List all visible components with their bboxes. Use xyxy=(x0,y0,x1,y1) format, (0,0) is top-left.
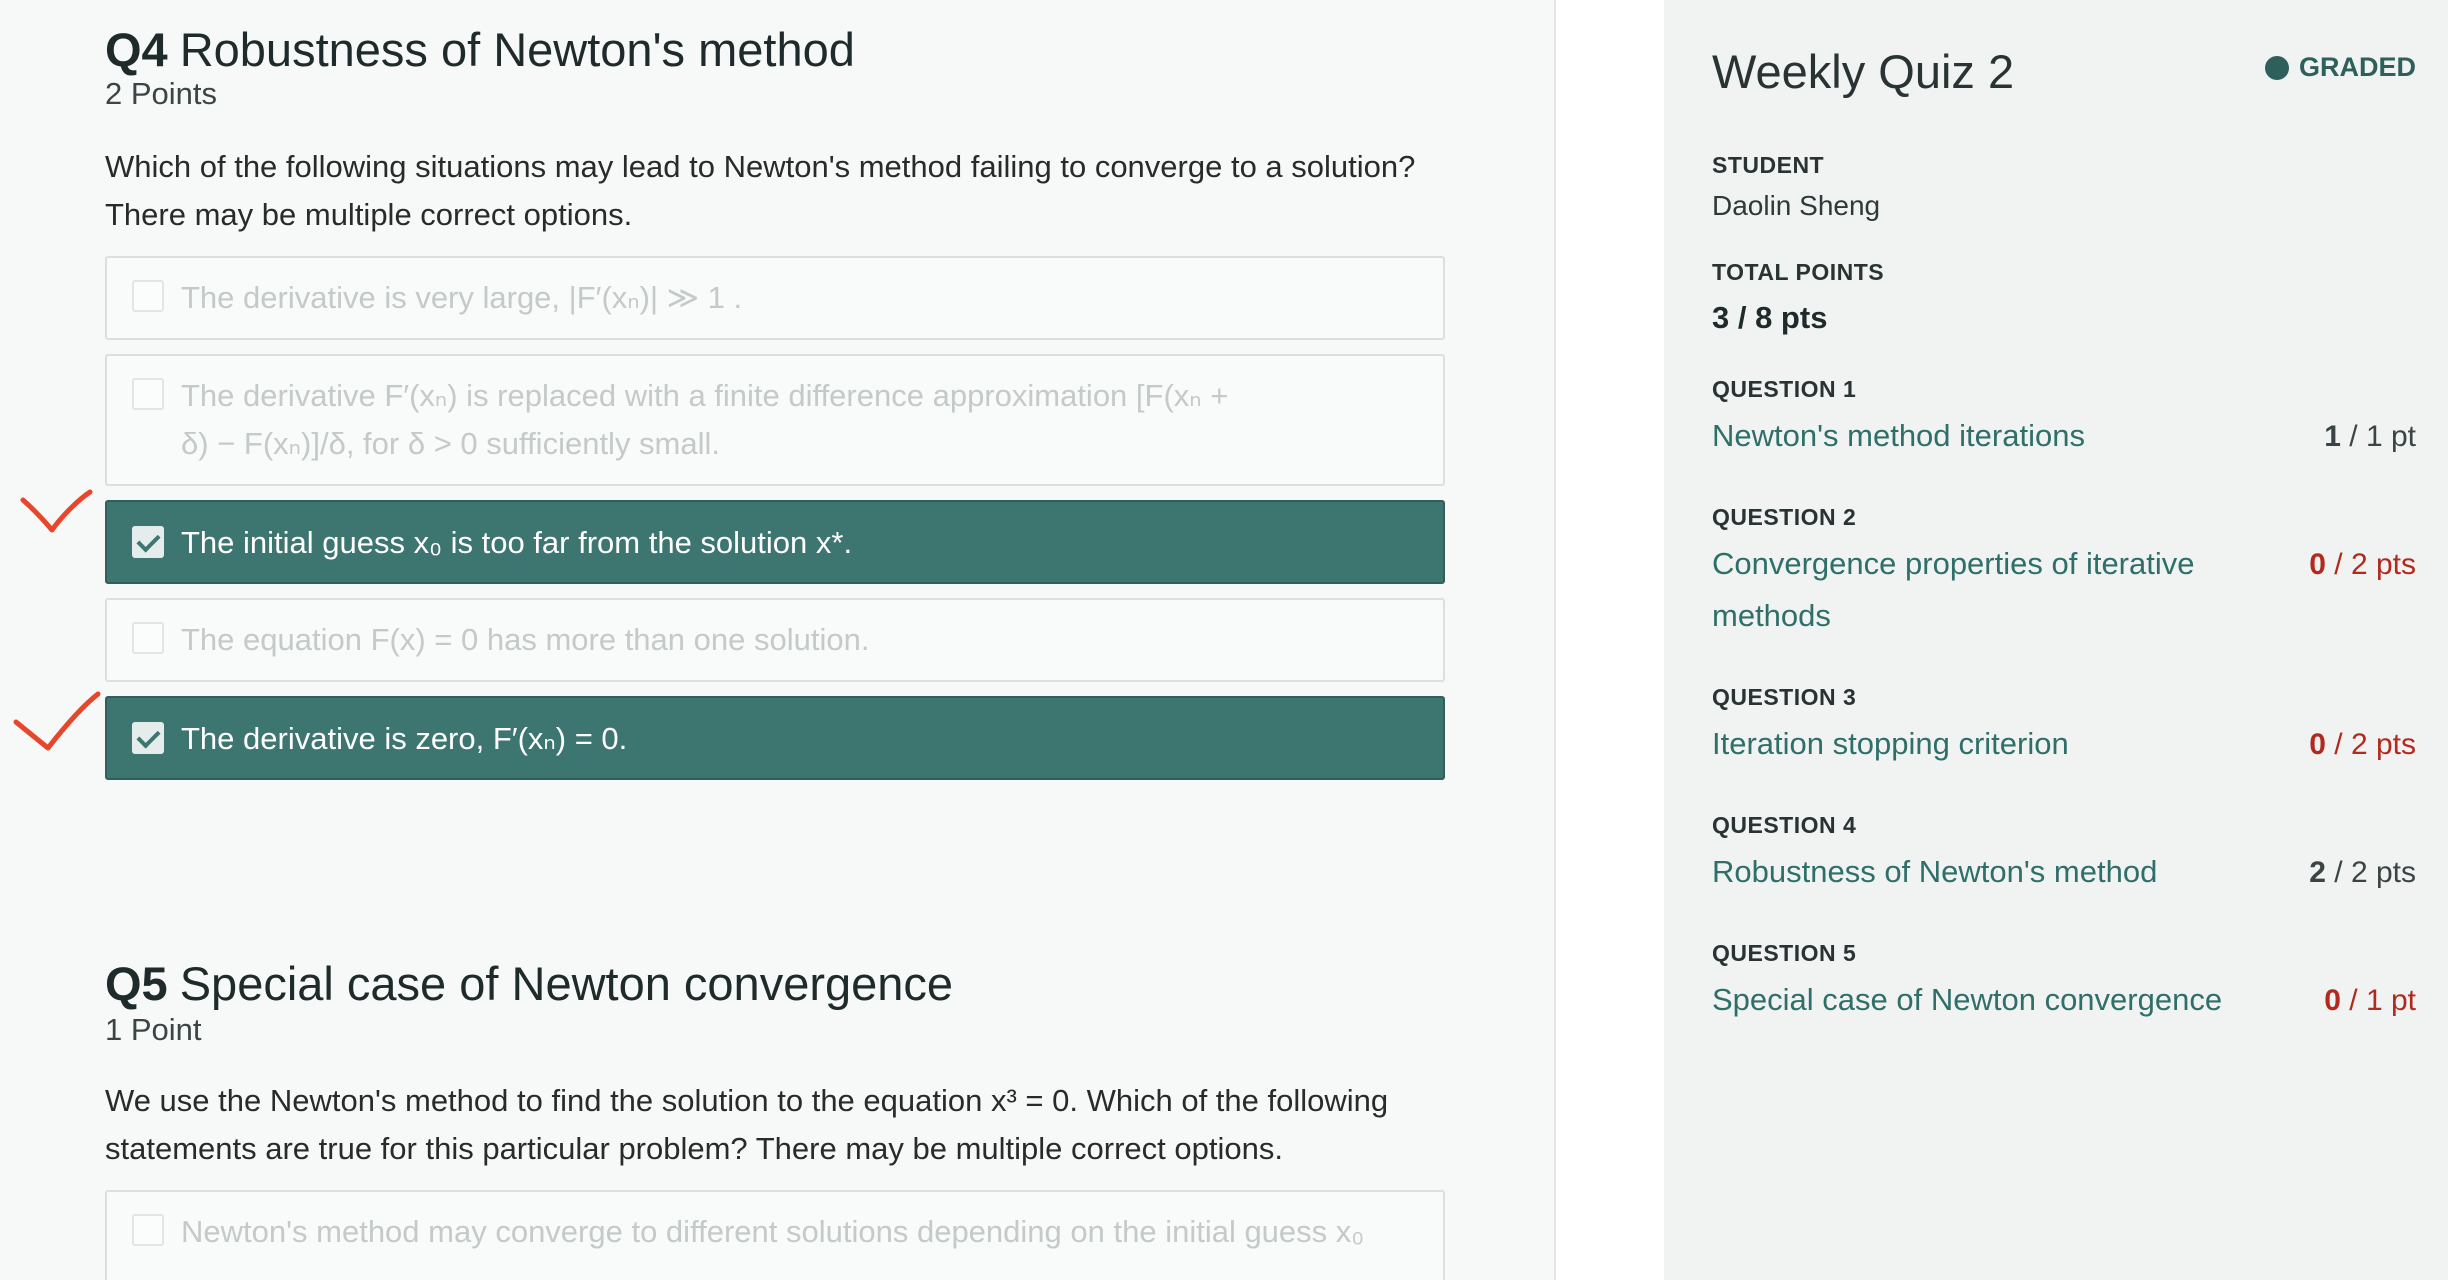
question-3-label: QUESTION 3 xyxy=(1712,684,1857,710)
question-1-label: QUESTION 1 xyxy=(1712,376,1857,402)
question-2-score: 0 / 2 pts xyxy=(2309,548,2416,582)
q4-option-1[interactable]: The derivative is very large, |F′(xₙ)| ≫… xyxy=(105,256,1445,340)
score-earned: 0 xyxy=(2309,728,2326,761)
score-earned: 0 xyxy=(2324,984,2341,1017)
score-possible: / 2 pts xyxy=(2325,548,2416,581)
grade-summary-panel: Weekly Quiz 2 GRADED STUDENT Daolin Shen… xyxy=(1664,0,2448,1280)
red-checkmark-icon xyxy=(13,691,101,751)
checkbox-checked[interactable] xyxy=(132,722,164,754)
question-5-points: 1 Point xyxy=(105,1012,202,1047)
option-text-line-1: The derivative F′(xₙ) is replaced with a… xyxy=(181,378,1229,413)
q4-option-4[interactable]: The equation F(x) = 0 has more than one … xyxy=(105,598,1445,682)
score-earned: 0 xyxy=(2309,548,2326,581)
question-4-label: QUESTION 4 xyxy=(1712,812,1857,838)
question-2-link[interactable]: Convergence properties of iterative meth… xyxy=(1712,538,2272,642)
option-text: The initial guess x₀ is too far from the… xyxy=(181,525,853,560)
checkbox[interactable] xyxy=(132,622,164,654)
question-number: Q5 xyxy=(105,957,168,1010)
option-text: The equation F(x) = 0 has more than one … xyxy=(181,622,870,657)
question-1-score: 1 / 1 pt xyxy=(2324,420,2416,454)
option-text: The derivative is zero, F′(xₙ) = 0. xyxy=(181,721,628,756)
status-badge: GRADED xyxy=(2264,52,2416,83)
checkbox[interactable] xyxy=(132,378,164,410)
question-5-prompt: We use the Newton's method to find the s… xyxy=(105,1083,1389,1166)
red-checkmark-icon xyxy=(20,489,93,533)
score-possible: / 1 pt xyxy=(2340,984,2416,1017)
option-text: Newton's method may converge to differen… xyxy=(181,1214,1365,1249)
question-title-text: Robustness of Newton's method xyxy=(179,23,855,76)
question-3-score: 0 / 2 pts xyxy=(2309,728,2416,762)
question-4-prompt: Which of the following situations may le… xyxy=(105,149,1416,232)
question-4-link[interactable]: Robustness of Newton's method xyxy=(1712,846,2272,898)
question-4-title: Q4 Robustness of Newton's method xyxy=(105,22,855,77)
score-possible: / 2 pts xyxy=(2325,728,2416,761)
q5-option-1[interactable]: Newton's method may converge to differen… xyxy=(105,1190,1445,1280)
total-points-label: TOTAL POINTS xyxy=(1712,259,1885,285)
score-earned: 1 xyxy=(2324,420,2341,453)
option-text-line-2: δ) − F(xₙ)]/δ, for δ > 0 sufficiently sm… xyxy=(181,426,721,461)
q4-option-3[interactable]: The initial guess x₀ is too far from the… xyxy=(105,500,1445,584)
checkbox-checked[interactable] xyxy=(132,526,164,558)
question-4-points: 2 Points xyxy=(105,76,218,111)
score-earned: 2 xyxy=(2309,856,2326,889)
question-5-title: Q5 Special case of Newton convergence xyxy=(105,956,953,1011)
question-2-label: QUESTION 2 xyxy=(1712,504,1857,530)
status-dot-icon xyxy=(2264,55,2289,80)
question-5-score: 0 / 1 pt xyxy=(2324,984,2416,1018)
question-5-link[interactable]: Special case of Newton convergence xyxy=(1712,974,2272,1026)
question-pane: Q4 Robustness of Newton's method 2 Points… xyxy=(0,0,1556,1280)
q4-option-2[interactable]: The derivative F′(xₙ) is replaced with a… xyxy=(105,354,1445,486)
checkbox[interactable] xyxy=(132,280,164,312)
status-text: GRADED xyxy=(2298,52,2416,82)
q4-option-5[interactable]: The derivative is zero, F′(xₙ) = 0. xyxy=(105,696,1445,780)
question-5-label: QUESTION 5 xyxy=(1712,940,1857,966)
question-number: Q4 xyxy=(105,23,168,76)
score-possible: / 1 pt xyxy=(2340,420,2416,453)
checkbox[interactable] xyxy=(132,1214,164,1246)
question-title-text: Special case of Newton convergence xyxy=(179,957,954,1010)
question-1-link[interactable]: Newton's method iterations xyxy=(1712,410,2272,462)
student-name: Daolin Sheng xyxy=(1712,190,1881,221)
question-4-score: 2 / 2 pts xyxy=(2309,856,2416,890)
total-points-value: 3 / 8 pts xyxy=(1712,300,1828,335)
student-label: STUDENT xyxy=(1712,152,1825,178)
quiz-title: Weekly Quiz 2 xyxy=(1712,45,2015,98)
option-text: The derivative is very large, |F′(xₙ)| ≫… xyxy=(181,280,743,315)
score-possible: / 2 pts xyxy=(2325,856,2416,889)
question-3-link[interactable]: Iteration stopping criterion xyxy=(1712,718,2272,770)
